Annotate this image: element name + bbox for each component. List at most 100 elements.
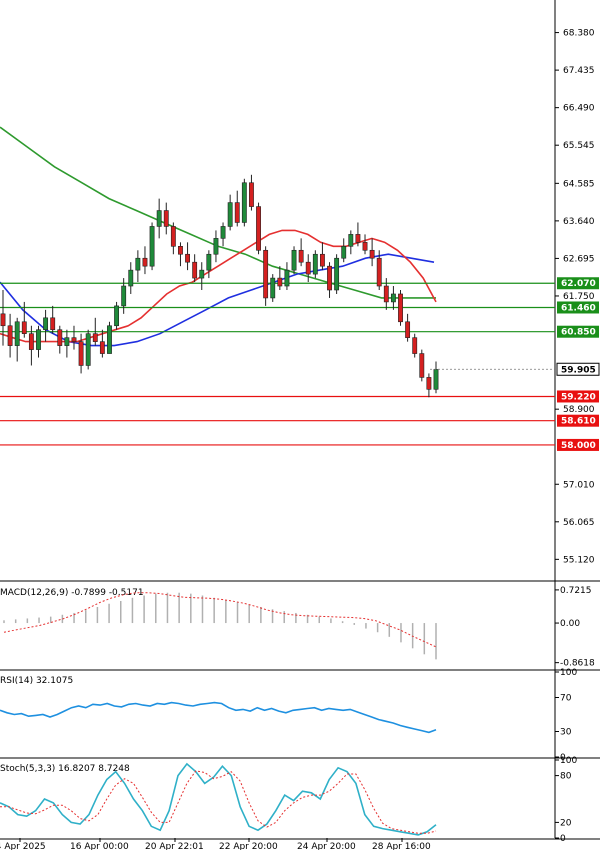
macd-label: MACD(12,26,9) -0.7899 -0.5171: [0, 588, 144, 598]
rsi-tick-label: 70: [560, 694, 572, 704]
stoch-tick-label: 100: [560, 756, 577, 766]
candle-body: [128, 269, 134, 287]
price-tick-label: 67.435: [563, 66, 595, 76]
candle-body: [78, 341, 84, 366]
macd-signal-line: [3, 592, 437, 648]
candle-body: [135, 257, 141, 271]
candle-body: [390, 293, 396, 303]
candle-body: [227, 202, 233, 227]
candle-body: [85, 333, 91, 366]
candle-body: [170, 226, 176, 247]
candle-body: [277, 277, 283, 287]
candle-body: [71, 337, 77, 342]
price-tick-label: 58.900: [563, 405, 595, 415]
candle-body: [163, 210, 169, 227]
candle-body: [284, 269, 290, 287]
candle-body: [21, 321, 27, 334]
candle-body: [334, 257, 340, 291]
candle-body: [199, 269, 205, 279]
candle-body: [36, 329, 41, 350]
candle-body: [28, 333, 34, 350]
rsi-tick-label: 100: [560, 668, 577, 678]
candle-body: [206, 253, 212, 271]
time-tick-label: 24 Apr 20:00: [297, 842, 356, 850]
candle-body: [64, 337, 70, 346]
candle-body: [270, 277, 276, 299]
price-tick-label: 62.695: [563, 254, 595, 264]
time-tick-label: 16 Apr 00:00: [70, 842, 129, 850]
candle-body: [107, 325, 112, 354]
stoch-k-line: [0, 762, 437, 836]
candle-body: [241, 182, 247, 223]
candle-body: [7, 325, 13, 346]
candle-body: [249, 182, 254, 207]
candle-body: [149, 226, 155, 267]
candle-body: [263, 249, 269, 299]
stoch-tick-label: 20: [560, 818, 572, 828]
candle-body: [185, 253, 190, 263]
candle-body: [383, 285, 389, 303]
candle-body: [234, 202, 240, 223]
price-tick-label: 57.010: [563, 480, 595, 490]
time-tick-label: 28 Apr 16:00: [372, 842, 431, 850]
level-label: 62.070: [561, 279, 596, 289]
price-tick-label: 56.065: [563, 518, 595, 528]
rsi-tick-label: 30: [560, 728, 572, 738]
candle-body: [398, 293, 403, 323]
candle-body: [369, 249, 375, 259]
level-label: 60.850: [561, 328, 596, 338]
candle-body: [348, 234, 354, 247]
candle-body: [305, 261, 311, 275]
candle-body: [362, 242, 368, 251]
price-tick-label: 65.545: [563, 141, 595, 151]
rsi-line: [0, 701, 437, 734]
rsi-label: RSI(14) 32.1075: [0, 676, 73, 686]
stoch-tick-label: 0: [560, 834, 566, 844]
candle-body: [298, 249, 304, 263]
level-label: 59.220: [561, 392, 596, 402]
candle-body: [142, 257, 148, 267]
candle-body: [256, 206, 261, 251]
price-tick-label: 66.490: [563, 104, 595, 114]
candle-body: [192, 261, 198, 279]
candle-body: [327, 265, 332, 291]
macd-tick-label: 0.00: [560, 619, 580, 629]
candle-body: [433, 369, 439, 390]
time-tick-label: 20 Apr 22:01: [145, 842, 204, 850]
chart-canvas: 68.380 67.435 66.490 65.545 64.585 63.640 62.6…: [0, 0, 600, 852]
level-label: 58.000: [561, 441, 596, 451]
candle-body: [50, 317, 56, 331]
candle-body: [92, 333, 98, 342]
candle-body: [341, 246, 347, 259]
candle-body: [121, 285, 127, 307]
price-tick-label: 61.750: [563, 292, 595, 302]
candle-body: [14, 321, 20, 346]
candle-body: [426, 377, 432, 390]
stoch-d-line: [0, 770, 437, 834]
candle-body: [0, 313, 6, 327]
price-chart: 68.380 67.435 66.490 65.545 64.585 63.640 62.6…: [0, 0, 600, 852]
level-label: 58.610: [561, 417, 596, 427]
candle-body: [178, 246, 183, 255]
candle-body: [213, 238, 219, 255]
candle-body: [114, 305, 120, 327]
candle-body: [99, 341, 105, 354]
stoch-tick-label: 80: [560, 772, 572, 782]
level-label: 61.460: [561, 303, 596, 313]
candle-body: [220, 226, 226, 239]
candle-body: [419, 353, 425, 378]
candle-body: [57, 329, 63, 346]
macd-tick-label: 0.7215: [560, 586, 592, 596]
candle-body: [412, 337, 418, 354]
candle-body: [355, 234, 361, 243]
candle-body: [156, 210, 162, 227]
candle-body: [405, 321, 411, 338]
stoch-label: Stoch(5,3,3) 16.8207 8.7248: [0, 764, 130, 774]
moving-average-green: [0, 126, 436, 299]
price-tick-label: 63.640: [563, 217, 595, 227]
price-tick-label: 64.585: [563, 179, 595, 189]
candle-body: [43, 317, 49, 331]
time-tick-label: 22 Apr 20:00: [219, 842, 278, 850]
price-tick-label: 68.380: [563, 29, 595, 39]
time-tick-label: 14 Apr 2025: [0, 842, 46, 850]
